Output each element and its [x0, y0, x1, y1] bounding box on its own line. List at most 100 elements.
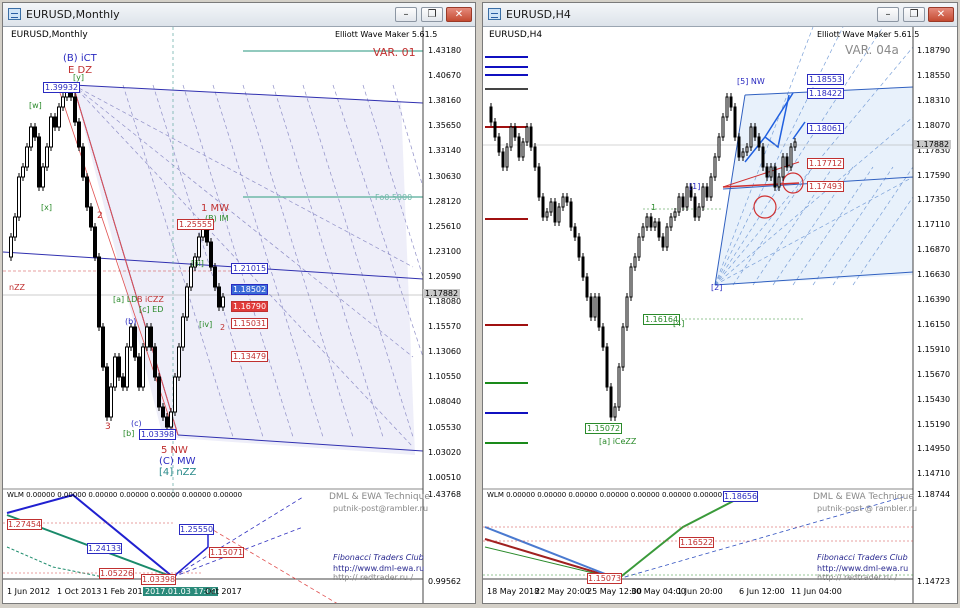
candle-body — [61, 96, 65, 108]
credit-text: DML & EWA Technique — [329, 492, 430, 502]
price-axis-tick: 1.13060 — [428, 347, 462, 357]
credit-text: http://www.dml-ewa.ru — [333, 564, 425, 573]
candle-body — [185, 286, 189, 318]
price-box: 1.17493 — [807, 181, 845, 192]
price-axis-tick: 1.16390 — [917, 295, 951, 304]
price-box: 1.15031 — [231, 318, 269, 329]
wave-label: 1 MW — [201, 203, 230, 214]
close-button[interactable]: ✕ — [446, 7, 472, 22]
wave-label: 2 — [97, 211, 103, 221]
osc-box: 1.18656 — [723, 491, 759, 502]
candle-body — [713, 156, 717, 178]
price-box: 1.13479 — [231, 351, 269, 362]
candle-body — [521, 141, 525, 158]
price-axis-tick: 1.05530 — [428, 422, 462, 432]
candle-body — [101, 326, 105, 368]
chart-window-h4[interactable]: EURUSD,H4 – ❐ ✕ EURUSD,H4 Elliott Wave M… — [482, 2, 958, 604]
indicator-name: Elliott Wave Maker 5.61.5 — [817, 30, 920, 39]
candle-body — [169, 411, 173, 428]
wave-label: [a] LD — [113, 295, 138, 304]
candle-body — [37, 136, 41, 188]
candle-body — [793, 141, 797, 148]
wave-label: 1 — [651, 203, 657, 212]
minimize-button[interactable]: – — [877, 7, 899, 22]
wave-label: [c] ED — [139, 305, 164, 314]
chart-symbol-label: EURUSD,H4 — [489, 30, 543, 40]
wave-label: [iii] — [191, 259, 204, 268]
wave-label: (b) — [125, 317, 137, 326]
candle-body — [725, 96, 729, 118]
candle-body — [173, 376, 177, 413]
candle-body — [773, 166, 777, 188]
restore-button[interactable]: ❐ — [903, 7, 925, 22]
candle-body — [677, 196, 681, 213]
wave-label: 3 — [105, 422, 111, 432]
window-titlebar[interactable]: EURUSD,Monthly – ❐ ✕ — [3, 3, 475, 27]
candle-body — [693, 196, 697, 218]
price-axis-tick: 1.20590 — [428, 271, 462, 281]
candle-body — [73, 96, 77, 123]
time-axis-tick: 1 Oct 2013 — [57, 587, 102, 596]
candle-body — [761, 146, 765, 168]
candle-body — [633, 256, 637, 268]
chart-window-monthly[interactable]: EURUSD,Monthly – ❐ ✕ EURUSD,Monthly Elli… — [2, 2, 476, 608]
chart-canvas[interactable] — [2, 27, 475, 608]
oscillator-axis-top: 1.18744 — [917, 490, 951, 499]
candle-body — [685, 186, 689, 208]
candle-body — [181, 316, 185, 348]
candle-body — [753, 126, 757, 138]
wave-label: [x] — [41, 203, 52, 212]
price-axis-tick: 1.14710 — [917, 469, 951, 479]
price-box: 1.18553 — [807, 74, 845, 85]
wave-label: [4] nZZ — [159, 467, 197, 478]
candle-body — [781, 156, 785, 178]
candle-body — [777, 176, 781, 188]
wave-label: 5 NW — [161, 445, 188, 456]
time-axis-tick: 6 Jun 12:00 — [739, 587, 785, 596]
candle-body — [729, 96, 733, 108]
credit-text: Fibonacci Traders Club — [333, 553, 424, 562]
close-button[interactable]: ✕ — [928, 7, 954, 22]
candle-body — [697, 206, 701, 218]
price-chart[interactable]: EURUSD,Monthly Elliott Wave Maker 5.61.5… — [2, 27, 475, 608]
candle-body — [85, 176, 89, 208]
credit-text: http:// redtrader.ru / — [817, 573, 898, 582]
minimize-button[interactable]: – — [395, 7, 417, 22]
candle-body — [493, 121, 497, 138]
price-axis-tick: 1.15670 — [917, 369, 951, 379]
candle-body — [497, 136, 501, 153]
candle-body — [121, 376, 125, 388]
price-axis-tick: 1.33140 — [428, 146, 462, 156]
candle-body — [637, 236, 641, 258]
candle-body — [49, 116, 53, 148]
candle-body — [561, 196, 565, 208]
candle-body — [25, 146, 29, 168]
candle-body — [605, 346, 609, 388]
price-axis-tick: 1.15430 — [917, 394, 951, 404]
candle-body — [549, 201, 553, 213]
window-titlebar[interactable]: EURUSD,H4 – ❐ ✕ — [483, 3, 957, 27]
price-axis-tick: 1.17590 — [917, 170, 951, 180]
candle-body — [129, 326, 133, 348]
candle-body — [29, 126, 33, 148]
wave-label: [w] — [29, 101, 42, 110]
credit-text: Fibonacci Traders Club — [817, 553, 908, 562]
price-axis-tick: 1.25610 — [428, 221, 462, 231]
candle-body — [9, 236, 13, 258]
price-axis-tick: 1.08040 — [428, 397, 462, 407]
window-title: EURUSD,Monthly — [26, 8, 120, 21]
candle-body — [209, 241, 213, 268]
wave-label: [y] — [73, 73, 84, 82]
price-axis-tick: 1.16870 — [917, 245, 951, 255]
restore-button[interactable]: ❐ — [421, 7, 443, 22]
price-axis-tick: 1.18310 — [917, 95, 951, 105]
chart-canvas[interactable] — [483, 26, 957, 603]
price-box: 1.21015 — [231, 263, 269, 274]
price-chart[interactable]: EURUSD,H4 Elliott Wave Maker 5.61.5 VAR.… — [483, 26, 957, 603]
candle-body — [137, 356, 141, 388]
wave-label: [iv] — [199, 320, 213, 329]
candle-body — [657, 221, 661, 238]
candle-body — [513, 126, 517, 138]
wave-label: 2 — [220, 323, 226, 332]
candle-body — [17, 176, 21, 218]
